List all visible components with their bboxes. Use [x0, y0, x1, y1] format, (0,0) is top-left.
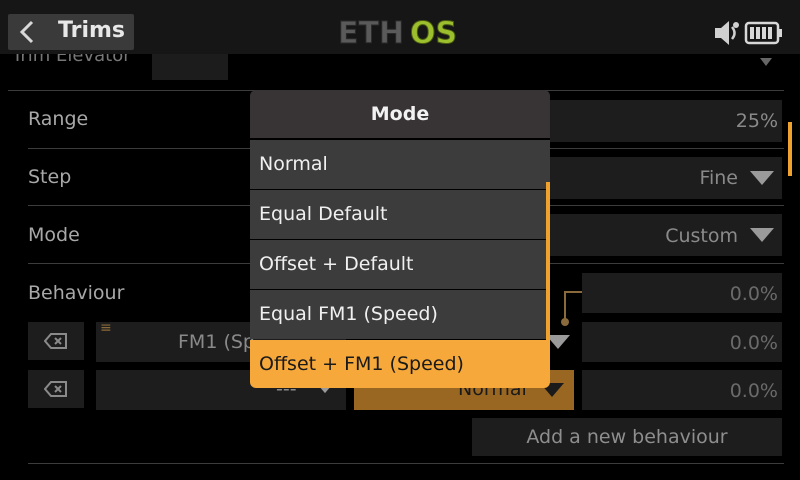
dropdown-arrow-icon [750, 171, 774, 185]
list-icon: ≡ [100, 320, 112, 336]
mode-option-normal[interactable]: Normal [250, 140, 550, 189]
page-title: Trims [58, 18, 125, 43]
page-scroll-indicator[interactable] [788, 122, 792, 176]
connector-line [561, 291, 582, 326]
ethos-logo: ETH OS [338, 16, 458, 51]
trim-elevator-label: Trim Elevator [12, 54, 131, 66]
mode-option-offset-default[interactable]: Offset + Default [250, 240, 550, 289]
logo-os-text: OS [410, 16, 457, 50]
behaviour-row-value-text: 0.0% [729, 332, 778, 354]
mode-option-offset-fm1[interactable]: Offset + FM1 (Speed) [250, 340, 550, 388]
add-behaviour-button[interactable]: Add a new behaviour [472, 418, 782, 456]
chevron-left-icon [19, 20, 34, 44]
delete-icon [44, 381, 67, 397]
sound-icon[interactable] [712, 18, 742, 48]
mode-value: Custom [665, 225, 738, 247]
step-select[interactable]: Fine [550, 157, 782, 199]
behaviour-value: 0.0% [729, 283, 778, 305]
delete-behaviour-button[interactable] [28, 370, 84, 408]
mode-dialog: Mode Normal Equal Default Offset + Defau… [250, 90, 550, 388]
delete-behaviour-button[interactable] [28, 322, 84, 360]
mode-option-equal-fm1[interactable]: Equal FM1 (Speed) [250, 290, 550, 339]
mode-option-equal-default[interactable]: Equal Default [250, 190, 550, 239]
range-value: 25% [735, 110, 778, 132]
mode-select[interactable]: Custom [550, 214, 782, 256]
step-label: Step [28, 166, 72, 188]
behaviour-row-value-text: 0.0% [729, 380, 778, 402]
dialog-scroll-indicator[interactable] [546, 182, 550, 340]
mode-label: Mode [28, 224, 80, 246]
top-bar: Trims ETH OS [0, 0, 800, 54]
trim-elevator-value-box [152, 54, 228, 80]
behaviour-row-value[interactable]: 0.0% [582, 322, 782, 362]
behaviour-row-value[interactable]: 0.0% [582, 370, 782, 410]
dropdown-arrow-icon [750, 228, 774, 242]
logo-eth-text: ETH [338, 16, 404, 50]
range-label: Range [28, 108, 89, 130]
range-field[interactable]: 25% [550, 100, 782, 142]
delete-icon [44, 333, 67, 349]
step-value: Fine [699, 167, 738, 189]
behaviour-label: Behaviour [28, 282, 125, 304]
divider [28, 463, 784, 464]
battery-icon [744, 21, 782, 45]
behaviour-value-field[interactable]: 0.0% [582, 273, 782, 313]
flight-mode-value: FM1 (Sp [178, 331, 255, 353]
dialog-title: Mode [250, 90, 550, 138]
chevron-down-icon[interactable] [760, 58, 772, 66]
back-button[interactable]: Trims [8, 14, 134, 50]
